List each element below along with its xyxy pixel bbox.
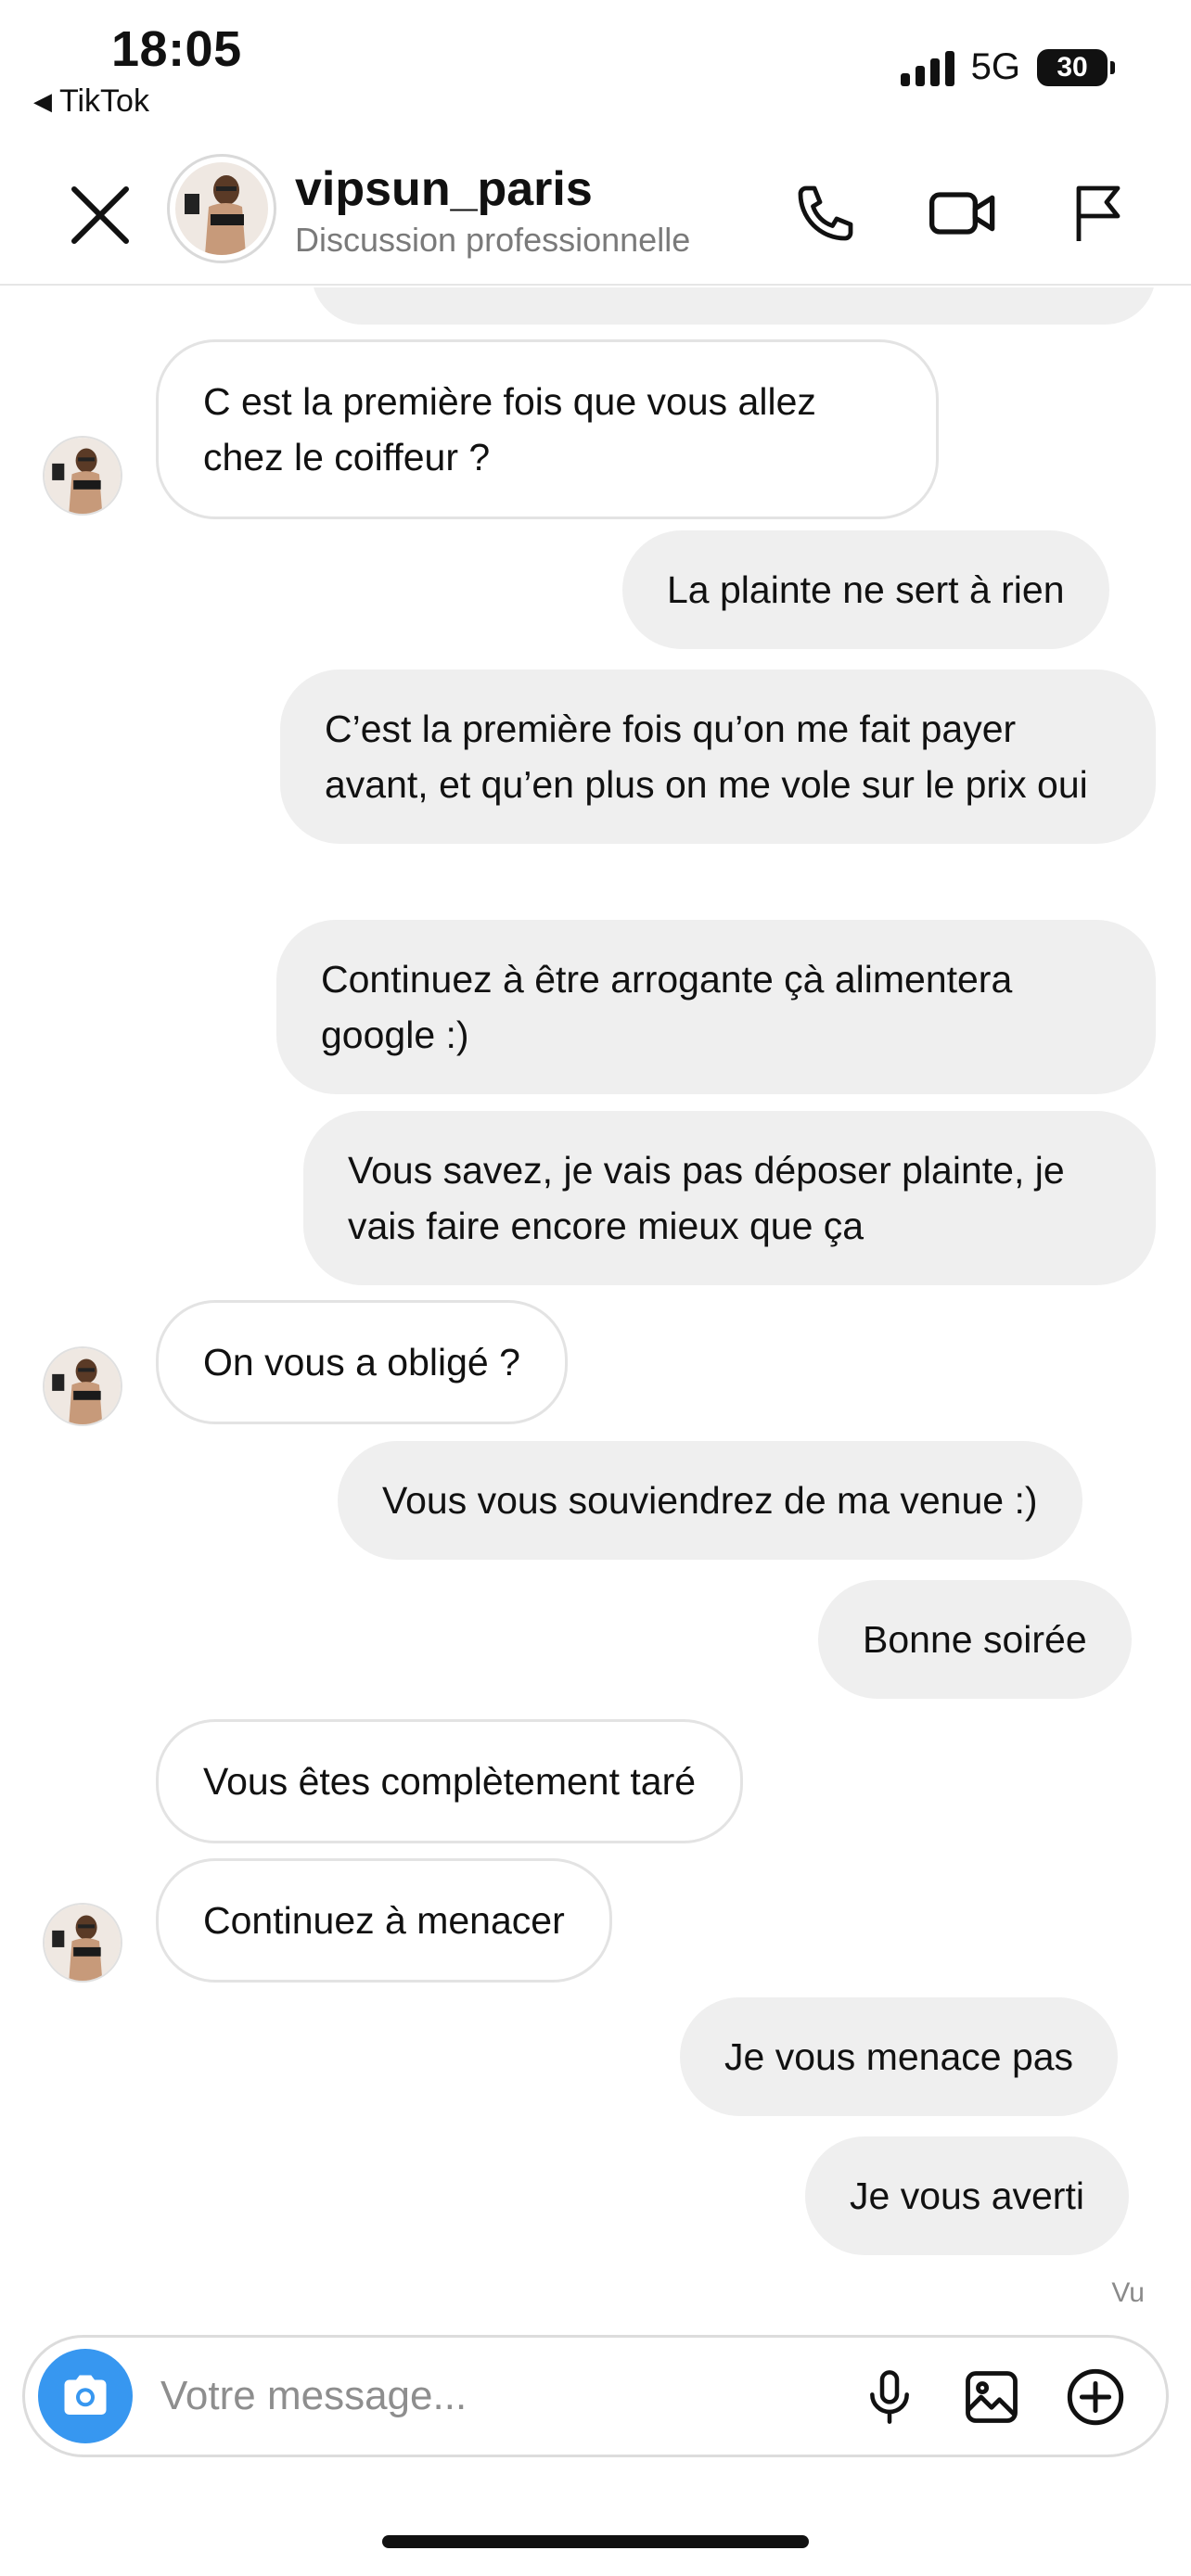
call-button[interactable] <box>779 167 872 260</box>
status-time: 18:05 <box>111 21 242 77</box>
contact-avatar[interactable] <box>167 154 276 263</box>
seen-indicator: Vu <box>1111 2277 1145 2308</box>
close-button[interactable] <box>63 178 137 252</box>
phone-icon <box>798 185 853 241</box>
contact-avatar-small[interactable] <box>43 1346 122 1426</box>
more-options-button[interactable] <box>1057 2358 1134 2436</box>
message-outgoing[interactable]: La plainte ne sert à rien <box>622 530 1109 649</box>
message-incoming[interactable]: Continuez à menacer <box>156 1858 612 1983</box>
close-icon <box>71 186 129 244</box>
gallery-button[interactable] <box>953 2358 1031 2436</box>
video-camera-icon <box>929 192 995 235</box>
image-icon <box>966 2371 1018 2423</box>
message-incoming[interactable]: C est la première fois que vous allez ch… <box>156 339 939 519</box>
status-indicators: 5G 30 <box>900 46 1115 88</box>
message-input[interactable] <box>160 2366 810 2427</box>
plus-circle-icon <box>1067 2368 1124 2426</box>
message-outgoing[interactable]: Vous vous souviendrez de ma venue :) <box>338 1441 1082 1560</box>
network-type: 5G <box>970 46 1020 87</box>
contact-name[interactable]: vipsun_paris <box>295 161 593 217</box>
message-outgoing[interactable]: Vous savez, je vais pas déposer plainte,… <box>303 1111 1156 1285</box>
battery-icon: 30 <box>1037 48 1115 86</box>
microphone-icon <box>870 2370 909 2424</box>
message-outgoing[interactable]: Je vous menace pas <box>680 1997 1119 2116</box>
message-incoming[interactable]: On vous a obligé ? <box>156 1300 568 1424</box>
previous-message-bubble <box>312 287 1156 325</box>
back-app-label: TikTok <box>59 83 149 119</box>
message-thread[interactable]: C est la première fois que vous allez ch… <box>0 287 1191 2318</box>
contact-avatar-small[interactable] <box>43 436 122 516</box>
home-indicator[interactable] <box>382 2535 809 2548</box>
message-outgoing[interactable]: Je vous averti <box>805 2136 1129 2255</box>
back-triangle-icon: ◀ <box>33 87 52 115</box>
contact-subtitle: Discussion professionnelle <box>295 221 691 259</box>
voice-message-button[interactable] <box>851 2358 928 2436</box>
camera-button[interactable] <box>38 2349 133 2443</box>
message-outgoing[interactable]: C’est la première fois qu’on me fait pay… <box>280 670 1156 844</box>
chat-header: vipsun_paris Discussion professionnelle <box>0 148 1191 286</box>
status-bar: 18:05 ◀ TikTok 5G 30 <box>0 0 1191 130</box>
message-outgoing[interactable]: Bonne soirée <box>818 1580 1132 1699</box>
video-call-button[interactable] <box>916 167 1009 260</box>
contact-avatar-small[interactable] <box>43 1903 122 1983</box>
message-composer <box>22 2335 1169 2457</box>
camera-icon <box>64 2375 107 2415</box>
message-incoming[interactable]: Vous êtes complètement taré <box>156 1719 744 1843</box>
flag-icon <box>1076 185 1121 241</box>
signal-icon <box>900 49 954 86</box>
back-to-app-link[interactable]: ◀ TikTok <box>33 83 149 120</box>
message-outgoing[interactable]: Continuez à être arrogante çà alimentera… <box>276 920 1156 1094</box>
battery-level: 30 <box>1037 48 1108 86</box>
report-button[interactable] <box>1052 167 1145 260</box>
